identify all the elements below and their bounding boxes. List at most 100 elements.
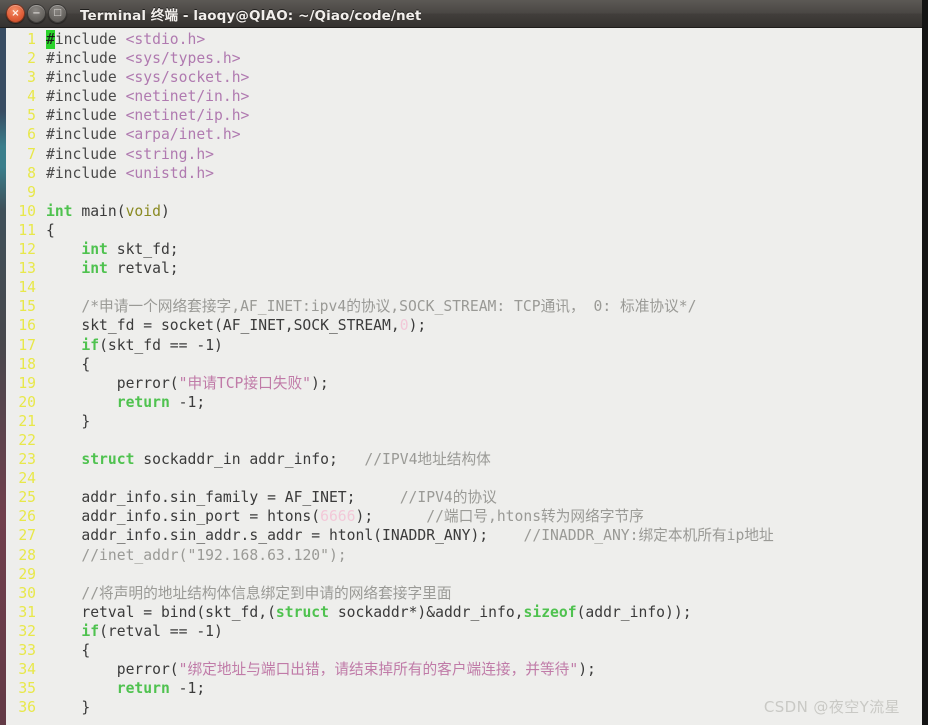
code-line: 10 int main(void) bbox=[0, 202, 922, 221]
code-line: 18 { bbox=[0, 355, 922, 374]
text-cursor: # bbox=[46, 30, 55, 50]
watermark: CSDN @夜空Y流星 bbox=[763, 698, 900, 716]
code-token: //端口号,htons转为网络字节序 bbox=[426, 508, 644, 526]
code-token: //IPV4的协议 bbox=[399, 489, 497, 507]
window-title: Terminal 终端 - laoqy@QIAO: ~/Qiao/code/ne… bbox=[80, 7, 422, 24]
maximize-icon: □ bbox=[53, 8, 62, 18]
code-token: //将声明的地址结构体信息绑定到申请的网络套接字里面 bbox=[81, 584, 452, 602]
code-line: 24 bbox=[0, 469, 922, 488]
code-line: 12 int skt_fd; bbox=[0, 240, 922, 259]
code-token: ); bbox=[408, 317, 427, 335]
code-token: { bbox=[46, 642, 91, 659]
code-line: 32 if(retval == -1) bbox=[0, 622, 922, 641]
code-token: main( bbox=[72, 202, 126, 220]
minimize-button[interactable]: − bbox=[27, 4, 46, 23]
code-token: #include bbox=[46, 145, 126, 163]
code-token: retval = bind(skt_fd,( bbox=[46, 603, 276, 621]
code-token: addr_info.sin_addr.s_addr = htonl(INADDR… bbox=[46, 527, 524, 545]
code-line: 21 } bbox=[0, 412, 922, 431]
code-line: 28 //inet_addr("192.168.63.120"); bbox=[0, 546, 922, 565]
code-token: (skt_fd == - bbox=[99, 336, 206, 354]
code-token: <sys/socket.h> bbox=[125, 69, 250, 87]
code-line: 6 #include <arpa/inet.h> bbox=[0, 125, 922, 144]
code-line: 30 //将声明的地址结构体信息绑定到申请的网络套接字里面 bbox=[0, 584, 922, 603]
code-token: <netinet/ip.h> bbox=[125, 107, 250, 125]
code-token: { bbox=[46, 355, 91, 373]
code-token: ) bbox=[214, 336, 223, 354]
code-line: 34 perror("绑定地址与端口出错，请结束掉所有的客户端连接，并等待"); bbox=[0, 660, 922, 679]
code-token: { bbox=[46, 221, 55, 239]
code-line: 1 #include <stdio.h> bbox=[0, 30, 922, 50]
code-token: retval; bbox=[107, 260, 179, 278]
line-content: } bbox=[36, 412, 922, 431]
line-content: #include <arpa/inet.h> bbox=[36, 125, 922, 144]
code-token: int bbox=[81, 260, 108, 278]
code-token: skt_fd = socket(AF_INET,SOCK_STREAM, bbox=[46, 317, 400, 335]
line-content: addr_info.sin_addr.s_addr = htonl(INADDR… bbox=[36, 526, 922, 545]
code-token: "绑定地址与端口出错，请结束掉所有的客户端连接，并等待" bbox=[178, 661, 579, 679]
line-content: skt_fd = socket(AF_INET,SOCK_STREAM,0); bbox=[36, 316, 922, 335]
code-token: sockaddr_in addr_info; bbox=[134, 451, 365, 469]
code-token: if bbox=[81, 336, 100, 354]
line-content: #include <sys/types.h> bbox=[36, 49, 922, 68]
code-token: if bbox=[81, 622, 100, 640]
line-content: retval = bind(skt_fd,(struct sockaddr*)&… bbox=[36, 603, 922, 622]
line-content: #include <string.h> bbox=[36, 145, 922, 164]
code-token: <stdio.h> bbox=[125, 31, 206, 48]
code-editor[interactable]: 1 #include <stdio.h> 2 #include <sys/types.… bbox=[0, 30, 922, 717]
code-token: <arpa/inet.h> bbox=[125, 126, 241, 144]
code-token: ); bbox=[355, 508, 427, 526]
close-icon: × bbox=[11, 7, 20, 19]
code-line: 25 addr_info.sin_family = AF_INET; //IPV… bbox=[0, 488, 922, 507]
line-content: if(retval == -1) bbox=[36, 622, 922, 641]
line-content: perror("绑定地址与端口出错，请结束掉所有的客户端连接，并等待"); bbox=[36, 660, 922, 679]
line-content: return -1; bbox=[36, 393, 922, 412]
close-button[interactable]: × bbox=[6, 4, 25, 23]
code-token: //INADDR_ANY:绑定本机所有ip地址 bbox=[523, 527, 774, 545]
code-token: ); bbox=[310, 374, 329, 392]
code-line: 14 bbox=[0, 278, 922, 297]
code-token: addr_info.sin_port = htons( bbox=[46, 508, 321, 526]
line-content: { bbox=[36, 355, 922, 374]
line-content: if(skt_fd == -1) bbox=[36, 336, 922, 355]
code-token: #include bbox=[46, 69, 126, 87]
line-content: //inet_addr("192.168.63.120"); bbox=[36, 546, 922, 565]
line-content: #include <netinet/in.h> bbox=[36, 87, 922, 106]
line-content: int main(void) bbox=[36, 202, 922, 221]
code-token: 0 bbox=[399, 317, 409, 335]
code-line: 29 bbox=[0, 565, 922, 584]
terminal-window: × − □ Terminal 终端 - laoqy@QIAO: ~/Qiao/c… bbox=[0, 0, 928, 725]
code-line: 31 retval = bind(skt_fd,(struct sockaddr… bbox=[0, 603, 922, 622]
code-line: 11{ bbox=[0, 221, 922, 240]
line-content: int skt_fd; bbox=[36, 240, 922, 259]
code-line: 19 perror("申请TCP接口失败"); bbox=[0, 374, 922, 393]
code-token: (addr_info)); bbox=[576, 603, 692, 621]
line-content: addr_info.sin_family = AF_INET; //IPV4的协… bbox=[36, 488, 922, 507]
code-line: 17 if(skt_fd == -1) bbox=[0, 336, 922, 355]
code-line: 26 addr_info.sin_port = htons(6666); //端… bbox=[0, 507, 922, 526]
code-line: 7 #include <string.h> bbox=[0, 145, 922, 164]
terminal-content[interactable]: 1 #include <stdio.h> 2 #include <sys/types.… bbox=[0, 28, 922, 725]
code-token: skt_fd; bbox=[107, 241, 179, 259]
code-line: 15 /*申请一个网络套接字,AF_INET:ipv4的协议,SOCK_STRE… bbox=[0, 297, 922, 316]
code-line: 4 #include <netinet/in.h> bbox=[0, 87, 922, 106]
code-token: <unistd.h> bbox=[125, 164, 215, 182]
code-token: sizeof bbox=[523, 603, 577, 621]
code-line: 27 addr_info.sin_addr.s_addr = htonl(INA… bbox=[0, 526, 922, 545]
code-token: addr_info.sin_family = AF_INET; bbox=[46, 489, 400, 507]
code-line: 8 #include <unistd.h> bbox=[0, 164, 922, 183]
code-token: //inet_addr("192.168.63.120"); bbox=[81, 546, 347, 564]
minimize-icon: − bbox=[32, 7, 41, 19]
line-content: #include <netinet/ip.h> bbox=[36, 106, 922, 125]
code-token: ); bbox=[578, 661, 596, 679]
maximize-button[interactable]: □ bbox=[48, 4, 67, 23]
title-bar[interactable]: × − □ Terminal 终端 - laoqy@QIAO: ~/Qiao/c… bbox=[0, 0, 922, 28]
code-token: } bbox=[46, 412, 91, 430]
code-token: perror( bbox=[46, 374, 179, 392]
